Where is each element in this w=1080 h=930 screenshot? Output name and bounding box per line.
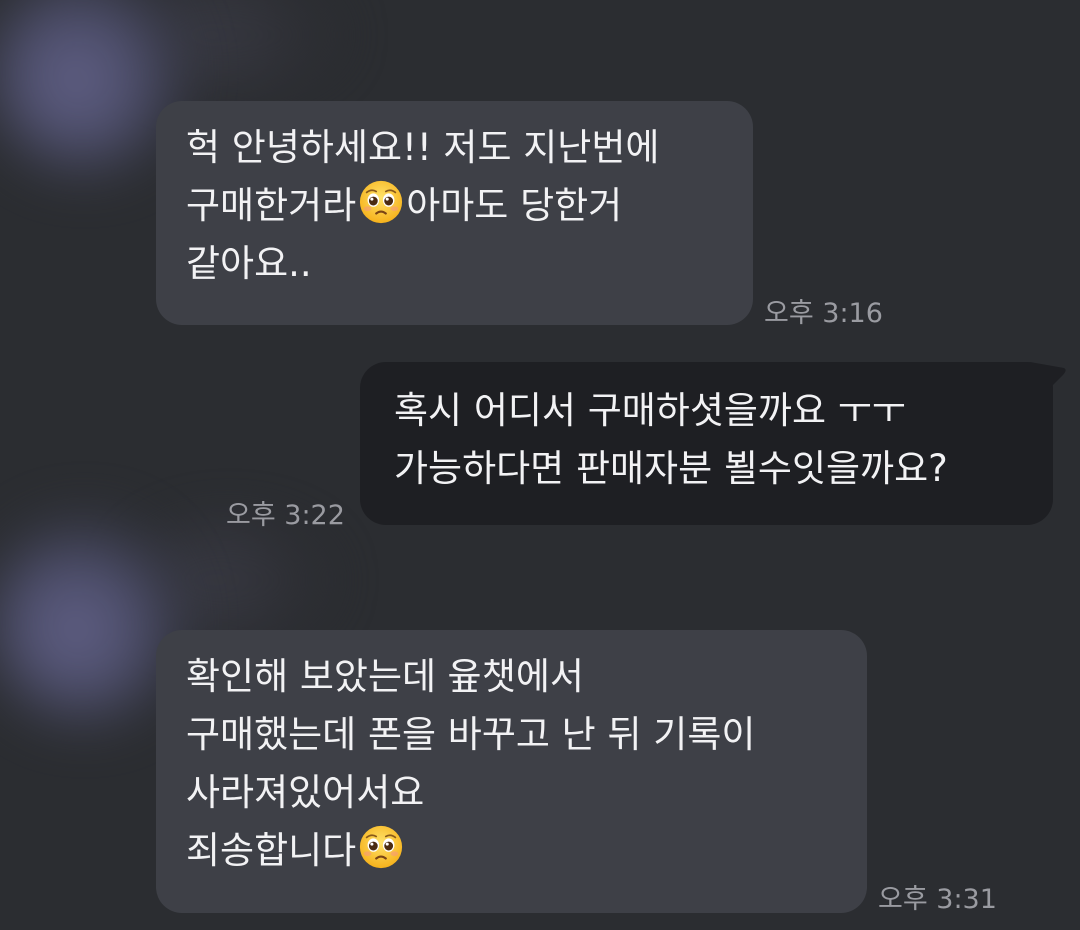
avatar[interactable] bbox=[0, 520, 180, 720]
pleading-face-emoji bbox=[360, 180, 403, 224]
message-text-segment: 구매한거라 bbox=[186, 184, 357, 227]
message-text-line: 구매한거라 아마도 당한거 bbox=[186, 177, 723, 235]
message-bubble-outgoing[interactable]: 혹시 어디서 구매하셧을까요 ㅜㅜ 가능하다면 판매자분 뵐수잇을까요? bbox=[360, 362, 1053, 525]
message-text-line: 헉 안녕하세요!! 저도 지난번에 bbox=[186, 126, 660, 169]
message-text-line: 가능하다면 판매자분 뵐수잇을까요? bbox=[394, 447, 948, 490]
bubble-tail bbox=[1030, 362, 1066, 388]
message-text-segment: 아마도 당한거 bbox=[406, 184, 623, 227]
message-text-line: 사라져있어서요 bbox=[186, 771, 425, 814]
message-bubble-incoming[interactable]: 헉 안녕하세요!! 저도 지난번에 구매한거라 아마도 당한거 같아요.. bbox=[156, 101, 753, 325]
message-text-line: 확인해 보았는데 윺챗에서 bbox=[186, 655, 584, 698]
message-timestamp: 오후 3:31 bbox=[878, 884, 997, 915]
message-text-segment: 죄송합니다 bbox=[186, 829, 357, 872]
message-timestamp: 오후 3:16 bbox=[764, 298, 883, 329]
message-text-line: 같아요.. bbox=[186, 242, 312, 285]
message-bubble-incoming[interactable]: 확인해 보았는데 윺챗에서 구매했는데 폰을 바꾸고 난 뒤 기록이 사라져있어… bbox=[156, 630, 867, 913]
message-text-line: 죄송합니다 bbox=[186, 822, 837, 880]
message-text-line: 혹시 어디서 구매하셧을까요 ㅜㅜ bbox=[394, 389, 906, 432]
message-text-line: 구매했는데 폰을 바꾸고 난 뒤 기록이 bbox=[186, 713, 756, 756]
avatar[interactable] bbox=[0, 0, 180, 170]
pleading-face-emoji bbox=[360, 825, 403, 869]
message-timestamp: 오후 3:22 bbox=[226, 500, 345, 531]
